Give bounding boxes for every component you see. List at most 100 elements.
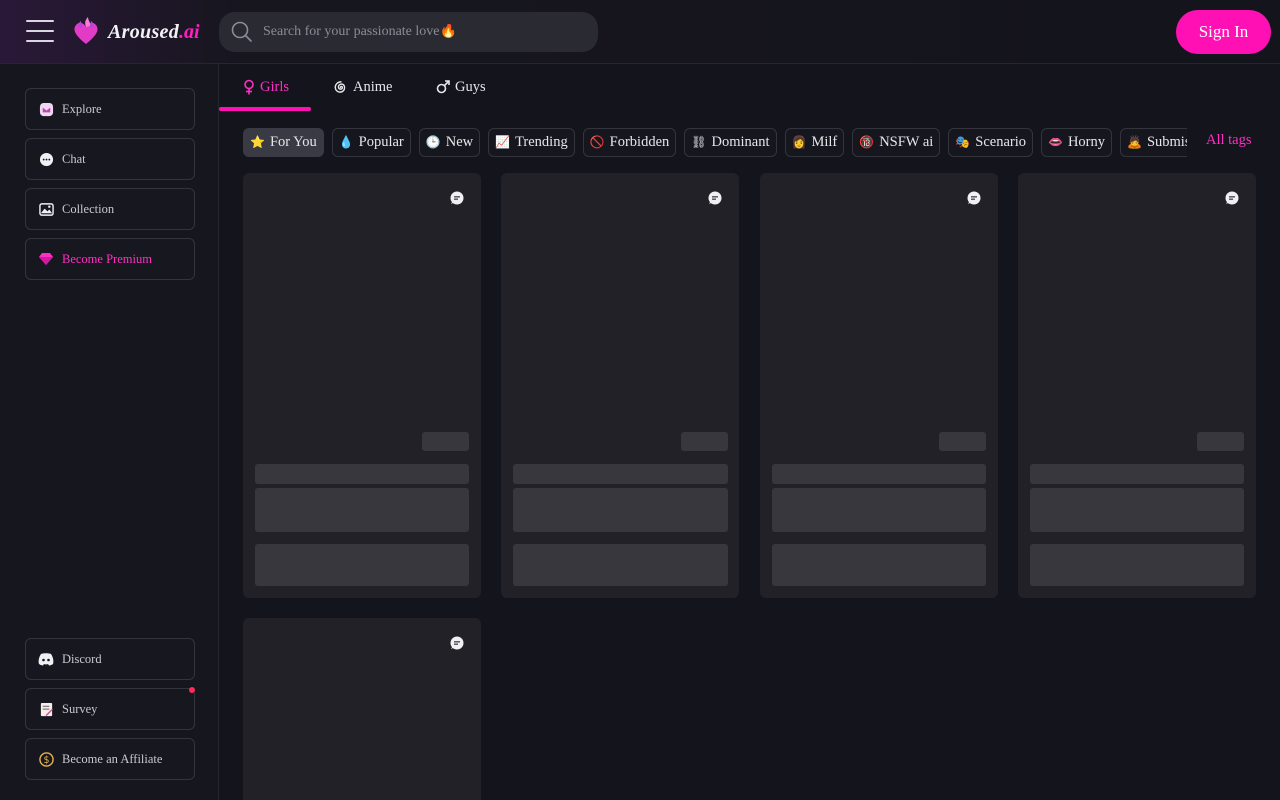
sidebar-item-label: Chat [62,151,86,166]
tab-label: Guys [455,78,486,95]
tag-label: For You [269,134,317,150]
tag-label: Forbidden [609,134,670,150]
skeleton-title [513,464,728,484]
sign-in-button[interactable]: Sign In [1176,10,1271,54]
tag-trending[interactable]: 📈 Trending [488,128,575,157]
chat-bubble-icon[interactable] [708,191,722,205]
explore-icon [38,101,54,117]
tag-scenario[interactable]: 🎭 Scenario [948,128,1033,157]
search-input[interactable] [263,24,583,40]
tag-label: Scenario [975,134,1026,150]
menu-icon[interactable] [26,20,54,44]
notification-dot [189,687,195,693]
logo-text: Aroused [108,20,180,43]
tag-milf[interactable]: 👩 Milf [784,128,845,157]
tag-label: Popular [358,134,404,150]
sidebar-item-label: Explore [62,101,102,116]
tag-dominant[interactable]: ⛓ Dominant [684,128,777,157]
tab-girls[interactable]: Girls [243,64,289,110]
top-bar: Aroused.ai Sign In [0,0,1280,64]
tag-horny[interactable]: 👄 Horny [1041,128,1113,157]
chat-bubble-icon[interactable] [450,636,464,650]
character-card-skeleton[interactable] [243,173,481,598]
sidebar-item-survey[interactable]: Survey [25,687,195,730]
skeleton-button [255,544,469,586]
star-icon: ⭐ [250,135,265,149]
skeleton-description [1030,488,1244,532]
sidebar: Explore Chat Collection Become Premium D… [0,64,219,800]
chat-bubble-icon[interactable] [967,191,981,205]
sidebar-item-collection[interactable]: Collection [25,188,195,230]
skeleton-button [513,544,728,586]
tag-for-you[interactable]: ⭐ For You [243,128,324,157]
chat-icon [38,151,54,167]
skeleton-description [255,488,469,532]
trending-icon: 📈 [495,135,511,149]
sidebar-item-explore[interactable]: Explore [25,88,195,130]
spiral-icon [334,80,346,93]
skeleton-description [513,488,728,532]
sidebar-item-label: Collection [62,201,115,216]
discord-icon [38,651,54,667]
tag-label: Dominant [711,134,770,150]
tag-label: Trending [515,134,568,150]
bowing-icon: 🙇 [1127,135,1142,149]
masks-icon: 🎭 [955,135,971,149]
logo-heart-icon [74,17,98,44]
tab-label: Girls [260,78,289,95]
sidebar-item-label: Discord [62,651,102,666]
search-icon [231,21,252,42]
skeleton-button [772,544,986,586]
tag-label: New [445,134,474,150]
svg-text:$: $ [43,754,49,765]
male-icon [436,80,450,94]
skeleton-description [772,488,986,532]
lips-icon: 👄 [1048,135,1063,149]
female-icon [244,79,254,95]
character-card-skeleton[interactable] [243,618,481,800]
tag-label: Horny [1067,134,1106,150]
search-bar[interactable] [219,12,598,52]
tag-label: Submissi [1146,134,1187,150]
chat-bubble-icon[interactable] [1225,191,1239,205]
chat-bubble-icon[interactable] [450,191,464,205]
logo[interactable]: Aroused .ai [70,14,200,50]
diamond-icon [38,251,54,267]
character-card-skeleton[interactable] [1018,173,1256,598]
forbidden-icon: 🚫 [589,135,605,149]
all-tags-link[interactable]: All tags [1206,132,1252,149]
sidebar-item-label: Survey [62,701,98,716]
skeleton-badge [422,432,469,451]
skeleton-title [772,464,986,484]
droplet-icon: 💧 [338,135,354,149]
logo-suffix: .ai [179,20,200,43]
adults-only-icon: 🔞 [859,135,875,149]
character-card-skeleton[interactable] [501,173,739,598]
tag-label: Milf [811,134,838,150]
skeleton-badge [1197,432,1244,451]
sidebar-item-discord[interactable]: Discord [25,638,195,680]
sidebar-item-premium[interactable]: Become Premium [25,238,195,280]
tab-anime[interactable]: Anime [333,64,392,110]
tag-bar: ⭐ For You 💧 Popular 🕒 New 📈 Trending 🚫 Forbidden ⛓… [243,128,1187,158]
gallery-icon [38,201,54,217]
skeleton-badge [939,432,986,451]
chains-icon: ⛓ [691,135,707,149]
tag-new[interactable]: 🕒 New [418,128,481,157]
skeleton-badge [681,432,728,451]
tag-nsfw-ai[interactable]: 🔞 NSFW ai [852,128,941,157]
character-card-skeleton[interactable] [760,173,998,598]
skeleton-title [1030,464,1244,484]
tab-guys[interactable]: Guys [436,64,486,110]
sidebar-item-affiliate[interactable]: $ Become an Affiliate [25,738,195,780]
sidebar-item-label: Become Premium [62,251,152,266]
tag-popular[interactable]: 💧 Popular [331,128,411,157]
active-tab-indicator [219,107,311,111]
survey-icon [38,701,54,717]
tag-label: NSFW ai [879,134,934,150]
woman-icon: 👩 [791,135,807,149]
sidebar-item-label: Become an Affiliate [62,751,163,766]
tag-forbidden[interactable]: 🚫 Forbidden [582,128,677,157]
tag-submissive[interactable]: 🙇 Submissi [1120,128,1187,157]
sidebar-item-chat[interactable]: Chat [25,138,195,180]
